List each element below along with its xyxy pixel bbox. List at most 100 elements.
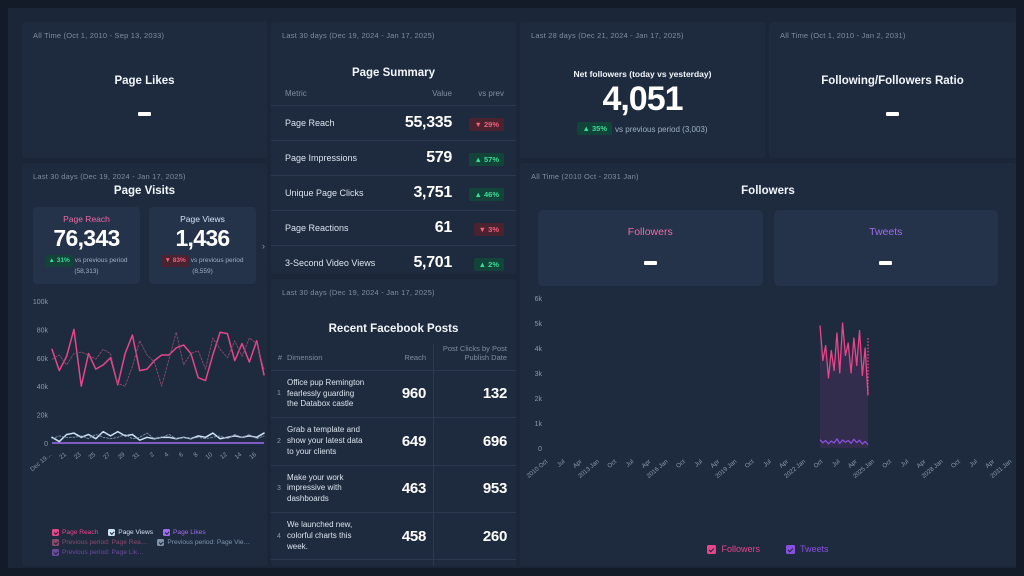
legend-item[interactable]: Previous period: Page Rea… <box>52 539 147 546</box>
status-badge: ▲ 31% <box>45 255 73 267</box>
checkbox-icon[interactable] <box>52 549 59 556</box>
svg-text:10: 10 <box>204 451 214 461</box>
table-row[interactable]: Page Reach 55,335 ▼ 29% <box>271 105 516 141</box>
column-header-value: Value <box>432 89 452 98</box>
metric-previous: (58,313) <box>74 267 99 275</box>
svg-text:1k: 1k <box>535 421 543 428</box>
legend-item[interactable]: Page Reach <box>52 529 98 536</box>
svg-text:Oct: Oct <box>881 458 893 470</box>
panel-date-range: Last 30 days (Dec 19, 2024 - Jan 17, 202… <box>33 172 186 181</box>
svg-text:Oct: Oct <box>950 458 962 470</box>
svg-text:4k: 4k <box>535 346 543 353</box>
status-badge: ▼ 83% <box>161 255 189 267</box>
empty-value-placeholder <box>22 103 267 121</box>
cell-reach: 458 <box>372 511 434 560</box>
checkbox-icon[interactable] <box>52 529 59 536</box>
checkbox-icon[interactable] <box>707 544 717 554</box>
cell-metric: Unique Page Clicks <box>271 175 396 211</box>
svg-text:Oct: Oct <box>675 458 687 470</box>
checkbox-icon[interactable] <box>786 544 795 554</box>
panel-following-followers-ratio[interactable]: All Time (Oct 1, 2010 - Jan 2, 2031) Fol… <box>769 22 1016 158</box>
metric-label: Page Reach <box>63 214 110 224</box>
panel-recent-facebook-posts[interactable]: Last 30 days (Dec 19, 2024 - Jan 17, 202… <box>271 279 516 566</box>
legend-item[interactable]: Previous period: Page Lik… <box>52 549 144 556</box>
svg-text:29: 29 <box>117 451 127 461</box>
table-row[interactable]: Unique Page Clicks 3,751 ▲ 46% <box>271 175 516 211</box>
panel-page-visits[interactable]: Last 30 days (Dec 19, 2024 - Jan 17, 202… <box>22 163 267 566</box>
cell-dimension: Make your work impressive with dashboard… <box>287 464 372 513</box>
cell-index: 2 <box>271 417 287 466</box>
cell-post-clicks: 872 <box>433 559 516 566</box>
svg-text:4: 4 <box>163 451 171 459</box>
svg-text:25: 25 <box>87 451 97 461</box>
cell-dimension: Here is the new look we launched last we… <box>287 559 372 566</box>
cell-value: 579 <box>395 140 452 176</box>
svg-text:20k: 20k <box>37 413 49 420</box>
table-row[interactable]: 3 Make your work impressive with dashboar… <box>271 464 516 513</box>
legend-label: Previous period: Page Rea… <box>62 539 148 546</box>
legend-label: Followers <box>721 544 760 554</box>
panel-followers[interactable]: All Time (2010 Oct - 2031 Jan) Followers… <box>520 163 1016 566</box>
cell-value: 3,751 <box>395 175 452 211</box>
legend-item[interactable]: Page Views <box>108 529 153 536</box>
legend-label: Previous period: Page Lik… <box>62 549 144 556</box>
svg-text:2k: 2k <box>535 396 543 403</box>
metric-card-group: Page Reach 76,343 ▲ 31% vs previous perio… <box>33 207 265 285</box>
legend-label: Previous period: Page Vie… <box>167 539 251 546</box>
checkbox-icon[interactable] <box>52 539 59 546</box>
svg-text:60k: 60k <box>37 356 49 363</box>
panel-date-range: Last 28 days (Dec 21, 2024 - Jan 17, 202… <box>531 31 684 40</box>
metric-card-page-reach[interactable]: Page Reach 76,343 ▲ 31% vs previous perio… <box>33 207 140 285</box>
cell-value: 5,701 <box>395 245 452 274</box>
status-badge: ▼ 29% <box>469 118 504 131</box>
checkbox-icon[interactable] <box>163 529 170 536</box>
svg-text:Apr: Apr <box>778 458 790 470</box>
checkbox-icon[interactable] <box>157 539 165 546</box>
net-followers-comparison: ▲ 35% vs previous period (3,003) <box>520 122 765 135</box>
next-arrow-icon[interactable]: › <box>262 241 265 251</box>
metric-card-page-views[interactable]: Page Views 1,436 ▼ 83% vs previous period… <box>149 207 256 285</box>
svg-text:80k: 80k <box>37 328 49 335</box>
empty-value-placeholder <box>643 252 657 270</box>
legend-item[interactable]: Followers <box>707 544 760 554</box>
page-visits-legend: Page Reach Page Views Page Likes Previous p… <box>52 529 259 556</box>
panel-page-summary[interactable]: Last 30 days (Dec 19, 2024 - Jan 17, 202… <box>271 22 516 274</box>
cell-post-clicks: 696 <box>433 417 516 466</box>
legend-item[interactable]: Tweets <box>786 544 829 554</box>
metric-card-tweets[interactable]: Tweets <box>773 210 998 286</box>
table-header-row: Metric Value vs prev <box>271 89 516 106</box>
legend-item[interactable]: Previous period: Page Vie… <box>157 539 250 546</box>
legend-item[interactable]: Page Likes <box>163 529 206 536</box>
cell-metric: Page Reactions <box>271 210 396 246</box>
table-row[interactable]: 4 We launched new, colorful charts this w… <box>271 511 516 560</box>
page-title: Page Likes <box>114 75 175 87</box>
table-row[interactable]: Page Impressions 579 ▲ 57% <box>271 140 516 176</box>
svg-text:14: 14 <box>234 451 244 461</box>
column-header-metric: Metric <box>285 89 307 98</box>
cell-value: 55,335 <box>395 105 452 141</box>
empty-value-placeholder <box>769 103 1016 121</box>
svg-text:40k: 40k <box>37 384 49 391</box>
status-badge: ▲ 46% <box>469 188 504 201</box>
panel-page-likes[interactable]: All Time (Oct 1, 2010 - Sep 13, 2033) Pa… <box>22 22 267 158</box>
page-visits-chart-svg: 0 20k 40k 60k 80k 100k Dec 19… 21 23 25 27 29 31 2 4 6 8… <box>29 299 265 473</box>
metric-value: 1,436 <box>175 225 230 251</box>
checkbox-icon[interactable] <box>108 529 116 536</box>
metric-card-followers[interactable]: Followers <box>538 210 763 286</box>
svg-text:5k: 5k <box>535 321 543 328</box>
svg-text:Jul: Jul <box>556 458 567 468</box>
table-row[interactable]: 5Here is the new look we launched last w… <box>271 559 516 566</box>
svg-text:Jul: Jul <box>762 458 773 468</box>
cell-index: 3 <box>271 464 287 513</box>
cell-index: 5 <box>271 559 287 566</box>
dashboard-root: All Time (Oct 1, 2010 - Sep 13, 2033) Pa… <box>8 8 1016 568</box>
svg-text:Oct: Oct <box>744 458 756 470</box>
cell-reach: 463 <box>372 464 434 513</box>
status-badge: ▲ 57% <box>469 153 504 166</box>
table-row[interactable]: 1 Office pup Remington fearlessly guardin… <box>271 369 516 418</box>
panel-net-followers[interactable]: Last 28 days (Dec 21, 2024 - Jan 17, 202… <box>520 22 765 158</box>
table-row[interactable]: 3-Second Video Views 5,701 ▲ 2% <box>271 245 516 274</box>
table-row[interactable]: Page Reactions 61 ▼ 3% <box>271 210 516 246</box>
svg-text:Jul: Jul <box>968 458 979 468</box>
table-row[interactable]: 2 Grab a template and show your latest da… <box>271 417 516 466</box>
